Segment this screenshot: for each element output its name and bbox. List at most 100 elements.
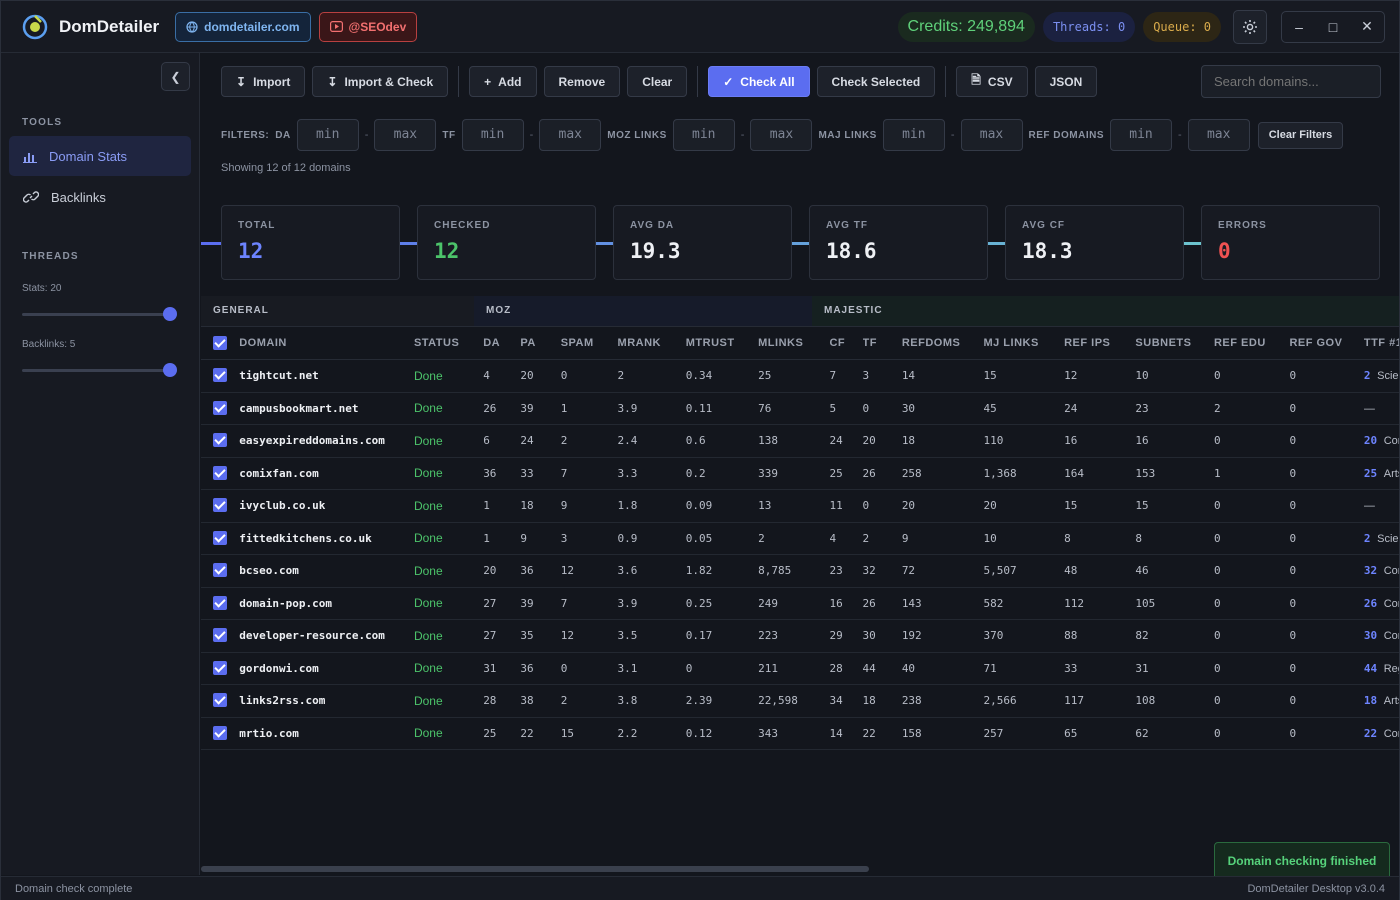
column-header[interactable]: REF GOV	[1289, 326, 1364, 360]
table-row[interactable]: developer-resource.com Done 27 35 12 3.5 0.17 2…	[201, 619, 1399, 653]
settings-button[interactable]	[1233, 9, 1267, 44]
close-icon[interactable]: ✕	[1350, 12, 1384, 42]
row-checkbox[interactable]	[201, 392, 240, 425]
row-checkbox[interactable]	[201, 457, 240, 490]
sidebar-item-backlinks[interactable]: Backlinks	[9, 177, 191, 217]
remove-button[interactable]: Remove	[543, 66, 621, 97]
checkbox-checked-icon[interactable]	[213, 465, 227, 480]
checkbox-checked-icon[interactable]	[213, 693, 227, 708]
column-header[interactable]: SUBNETS	[1135, 326, 1214, 360]
filter-moz-links-max[interactable]: max	[750, 119, 813, 151]
column-header[interactable]: TTF #1	[1363, 326, 1399, 360]
filter-da-max[interactable]: max	[374, 119, 437, 151]
filter-maj-links-max[interactable]: max	[960, 119, 1023, 151]
column-header[interactable]: SPAM	[560, 326, 618, 360]
table-row[interactable]: comixfan.com Done 36 33 7 3.3 0.2 339 25 26 258 1,3…	[201, 457, 1399, 490]
column-header[interactable]: STATUS	[413, 326, 484, 360]
checkbox-checked-icon[interactable]	[213, 400, 227, 415]
search-input[interactable]	[1201, 65, 1381, 98]
row-checkbox[interactable]	[201, 587, 240, 620]
row-checkbox[interactable]	[201, 522, 240, 555]
row-checkbox[interactable]	[201, 652, 240, 685]
checkbox-checked-icon[interactable]	[213, 660, 227, 675]
row-checkbox[interactable]	[201, 554, 240, 588]
column-header[interactable]: DOMAIN	[239, 326, 414, 360]
metric-cell: 31	[483, 652, 521, 685]
column-header[interactable]: CF	[829, 326, 863, 360]
column-header[interactable]: DA	[483, 326, 521, 360]
row-checkbox[interactable]	[201, 359, 240, 393]
filter-maj-links-min[interactable]: min	[882, 119, 945, 151]
column-header[interactable]: MLINKS	[758, 326, 830, 360]
stats-threads-slider[interactable]	[22, 307, 177, 321]
sidebar-item-domain-stats[interactable]: Domain Stats	[9, 136, 191, 176]
checkbox-checked-icon[interactable]	[213, 368, 227, 383]
website-link[interactable]: domdetailer.com	[175, 11, 311, 42]
table-row[interactable]: ivyclub.co.uk Done 1 18 9 1.8 0.09 13 11 0 20 20 15 1…	[201, 489, 1399, 523]
metric-cell: 9	[520, 522, 561, 555]
filter-da-min[interactable]: min	[296, 119, 359, 151]
column-header[interactable]: MJ LINKS	[983, 326, 1065, 360]
slider-knob[interactable]	[163, 307, 177, 321]
checkbox-checked-icon[interactable]	[213, 628, 227, 643]
table-row[interactable]: gordonwi.com Done 31 36 0 3.1 0 211 28 44 40 71 33 31…	[201, 652, 1399, 685]
filter-tf-min[interactable]: min	[461, 119, 524, 151]
filter-tf-max[interactable]: max	[539, 119, 602, 151]
metric-cell: 0	[685, 652, 759, 685]
collapse-sidebar-button[interactable]: ❮	[161, 62, 190, 91]
metric-cell: 24	[829, 424, 863, 458]
table-row[interactable]: bcseo.com Done 20 36 12 3.6 1.82 8,785 23 32 72 5,5…	[201, 554, 1399, 588]
json-export-button[interactable]: JSON	[1034, 66, 1098, 97]
add-button[interactable]: + Add	[469, 66, 537, 97]
csv-export-button[interactable]: 🗎 CSV	[956, 66, 1028, 97]
check-selected-button[interactable]: Check Selected	[816, 66, 936, 97]
table-row[interactable]: domain-pop.com Done 27 39 7 3.9 0.25 249 16 26 143…	[201, 587, 1399, 620]
metric-cell: 2	[1213, 392, 1290, 425]
minimize-icon[interactable]: –	[1282, 12, 1316, 42]
row-checkbox[interactable]	[201, 717, 240, 750]
import-check-button[interactable]: ↧ Import & Check	[312, 66, 449, 97]
backlinks-threads-slider[interactable]	[22, 363, 177, 377]
metric-cell: 8	[1064, 522, 1136, 555]
checkbox-checked-icon[interactable]	[213, 595, 227, 610]
row-checkbox[interactable]	[201, 684, 240, 718]
table-row[interactable]: easyexpireddomains.com Done 6 24 2 2.4 0.6 138 2…	[201, 424, 1399, 458]
column-header[interactable]: MTRUST	[685, 326, 759, 360]
checkbox-checked-icon[interactable]	[213, 335, 227, 350]
select-all-checkbox[interactable]	[201, 326, 240, 360]
metric-cell: 10	[1135, 359, 1214, 393]
clear-filters-button[interactable]: Clear Filters	[1257, 121, 1344, 149]
column-header[interactable]: REF EDU	[1213, 326, 1290, 360]
column-header[interactable]: PA	[520, 326, 561, 360]
maximize-icon[interactable]: □	[1316, 12, 1350, 42]
checkbox-checked-icon[interactable]	[213, 530, 227, 545]
column-header[interactable]: REF IPS	[1064, 326, 1136, 360]
checkbox-checked-icon[interactable]	[213, 433, 227, 448]
status-cell: Done	[413, 489, 484, 523]
table-row[interactable]: mrtio.com Done 25 22 15 2.2 0.12 343 14 22 158 257 6…	[201, 717, 1399, 750]
row-checkbox[interactable]	[201, 489, 240, 523]
table-row[interactable]: links2rss.com Done 28 38 2 3.8 2.39 22,598 34 18 2…	[201, 684, 1399, 718]
checkbox-checked-icon[interactable]	[213, 563, 227, 578]
metric-cell: 0	[862, 392, 902, 425]
checkbox-checked-icon[interactable]	[213, 725, 227, 740]
check-all-button[interactable]: ✓ Check All	[708, 66, 810, 97]
ttf-score: 18	[1363, 694, 1378, 708]
column-header[interactable]: TF	[862, 326, 902, 360]
horizontal-scrollbar[interactable]	[201, 866, 869, 872]
filter-ref-domains-min[interactable]: min	[1110, 119, 1173, 151]
import-button[interactable]: ↧ Import	[221, 66, 306, 97]
slider-knob[interactable]	[163, 363, 177, 377]
column-header[interactable]: MRANK	[617, 326, 686, 360]
row-checkbox[interactable]	[201, 424, 240, 458]
filter-ref-domains-max[interactable]: max	[1187, 119, 1250, 151]
column-header[interactable]: REFDOMS	[901, 326, 984, 360]
checkbox-checked-icon[interactable]	[213, 498, 227, 513]
clear-button[interactable]: Clear	[627, 66, 688, 97]
filter-moz-links-min[interactable]: min	[672, 119, 735, 151]
table-row[interactable]: fittedkitchens.co.uk Done 1 9 3 0.9 0.05 2 4 2 9 10…	[201, 522, 1399, 555]
row-checkbox[interactable]	[201, 619, 240, 653]
table-row[interactable]: tightcut.net Done 4 20 0 2 0.34 25 7 3 14 15 12 10 0 0 2…	[201, 359, 1399, 393]
table-row[interactable]: campusbookmart.net Done 26 39 1 3.9 0.11 76 5 0 30…	[201, 392, 1399, 425]
youtube-link[interactable]: @SEOdev	[318, 11, 418, 42]
